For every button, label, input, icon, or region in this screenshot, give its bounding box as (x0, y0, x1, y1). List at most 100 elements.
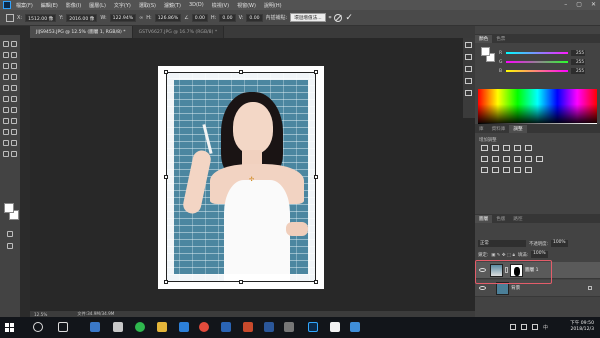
menu-select[interactable]: 選取(S) (139, 2, 156, 9)
reference-point-icon[interactable] (6, 13, 14, 22)
properties-panel-icon[interactable] (465, 54, 472, 60)
black-white-icon[interactable] (503, 156, 510, 162)
eyedropper-tool-icon[interactable] (3, 74, 9, 80)
invert-icon[interactable] (481, 167, 488, 173)
transform-handle-top[interactable] (239, 70, 243, 74)
close-icon[interactable]: ✕ (591, 1, 596, 8)
type-tool-icon[interactable] (3, 129, 9, 135)
visibility-eye-icon[interactable] (479, 286, 486, 290)
width-field[interactable]: 122.94% (109, 13, 137, 22)
link-icon[interactable]: ∞ (139, 15, 143, 21)
transform-handle-right[interactable] (314, 175, 318, 179)
photo-filter-icon[interactable] (514, 156, 521, 162)
hand-tool-icon[interactable] (11, 140, 17, 146)
slider-b-value[interactable]: 255 (571, 68, 585, 74)
pen-tool-icon[interactable] (11, 118, 17, 124)
slider-b-track[interactable] (506, 70, 568, 72)
photos-icon[interactable] (350, 322, 360, 332)
photoshop-taskbar-icon[interactable] (308, 322, 318, 332)
eraser-tool-icon[interactable] (11, 96, 17, 102)
tab-swatches[interactable]: 色票 (492, 35, 509, 43)
tab-libraries[interactable]: 庫 (475, 125, 488, 133)
task-view-icon[interactable] (58, 322, 68, 332)
menu-type[interactable]: 文字(Y) (114, 2, 131, 9)
exposure-icon[interactable] (514, 145, 521, 151)
character-panel-icon[interactable] (465, 66, 472, 72)
history-panel-icon[interactable] (465, 42, 472, 48)
fill-field[interactable]: 100% (531, 251, 548, 258)
color-balance-icon[interactable] (492, 156, 499, 162)
crop-tool-icon[interactable] (11, 63, 17, 69)
menu-image[interactable]: 影像(I) (66, 2, 81, 9)
gradient-map-icon[interactable] (514, 167, 521, 173)
cancel-transform-icon[interactable] (334, 13, 343, 22)
interpolation-select[interactable]: 環迴增值法... (290, 13, 326, 22)
slider-g-value[interactable]: 255 (571, 59, 585, 65)
menu-view[interactable]: 檢視(V) (212, 2, 229, 9)
menu-window[interactable]: 視窗(W) (237, 2, 256, 9)
canvas-area[interactable]: ✣ (30, 38, 475, 311)
commit-transform-icon[interactable]: ✓ (345, 13, 353, 22)
channel-mixer-icon[interactable] (525, 156, 532, 162)
tab-document-2[interactable]: GSTV6627.JPG @ 16.7% (RGB/8) * (132, 26, 225, 38)
stamp-tool-icon[interactable] (11, 85, 17, 91)
transform-center-icon[interactable]: ✣ (249, 177, 254, 183)
slider-r-track[interactable] (506, 52, 568, 54)
healing-tool-icon[interactable] (11, 74, 17, 80)
line-icon[interactable] (135, 322, 145, 332)
gradient-tool-icon[interactable] (3, 107, 9, 113)
marquee-tool-icon[interactable] (3, 52, 9, 58)
angle-field[interactable]: 0.00 (191, 13, 208, 22)
screen-mode-icon[interactable] (7, 243, 13, 249)
hue-saturation-icon[interactable] (481, 156, 488, 162)
paragraph-panel-icon[interactable] (465, 78, 472, 84)
hskew-field[interactable]: 0.00 (219, 13, 236, 22)
chevron-up-icon[interactable] (509, 324, 516, 330)
x-field[interactable]: 1512.00 像 (25, 13, 57, 22)
levels-icon[interactable] (492, 145, 499, 151)
tab-adjustments[interactable]: 調整 (509, 125, 527, 133)
volume-icon[interactable] (531, 324, 538, 330)
shape-tool-icon[interactable] (3, 140, 9, 146)
slider-g-track[interactable] (506, 61, 568, 63)
color-panel-foreground[interactable] (481, 47, 490, 56)
color-lookup-icon[interactable] (536, 156, 543, 162)
slider-r[interactable]: R 255 (499, 50, 585, 56)
dodge-tool-icon[interactable] (3, 118, 9, 124)
menu-file[interactable]: 檔案(F) (16, 2, 33, 9)
warp-icon[interactable]: ⌗ (329, 15, 332, 21)
tab-channels[interactable]: 色版 (492, 215, 509, 223)
path-select-tool-icon[interactable] (11, 129, 17, 135)
tab-color[interactable]: 顏色 (475, 35, 493, 43)
store-icon[interactable] (90, 322, 100, 332)
zoom-level[interactable]: 12.5% (34, 312, 47, 317)
layer-name[interactable]: 背景 (511, 285, 520, 291)
artboard-tool-icon[interactable] (11, 41, 17, 47)
selective-color-icon[interactable] (525, 167, 532, 173)
minimize-icon[interactable]: – (564, 1, 567, 8)
search-icon[interactable] (33, 322, 43, 332)
document-canvas[interactable]: ✣ (158, 66, 324, 289)
zoom-tool-icon[interactable] (3, 151, 9, 157)
curves-icon[interactable] (503, 145, 510, 151)
menu-filter[interactable]: 濾鏡(T) (164, 2, 181, 9)
vibrance-icon[interactable] (525, 145, 532, 151)
brush-panel-icon[interactable] (465, 90, 472, 96)
windows-start-icon[interactable] (5, 323, 14, 332)
onedrive-icon[interactable] (221, 322, 231, 332)
transform-handle-top-left[interactable] (164, 70, 168, 74)
menu-3d[interactable]: 3D(D) (189, 2, 204, 8)
threshold-icon[interactable] (503, 167, 510, 173)
quick-select-tool-icon[interactable] (3, 63, 9, 69)
y-field[interactable]: 2016.00 像 (66, 13, 98, 22)
notepad-icon[interactable] (330, 322, 340, 332)
transform-bounding-box[interactable]: ✣ (164, 70, 318, 284)
file-explorer-icon[interactable] (157, 322, 167, 332)
photoshop-logo-icon[interactable] (3, 1, 11, 9)
lasso-tool-icon[interactable] (11, 52, 17, 58)
opacity-field[interactable]: 100% (551, 240, 568, 247)
mail-icon[interactable] (113, 322, 123, 332)
menu-help[interactable]: 說明(H) (264, 2, 282, 9)
transform-handle-top-right[interactable] (314, 70, 318, 74)
menu-layer[interactable]: 圖層(L) (89, 2, 106, 9)
